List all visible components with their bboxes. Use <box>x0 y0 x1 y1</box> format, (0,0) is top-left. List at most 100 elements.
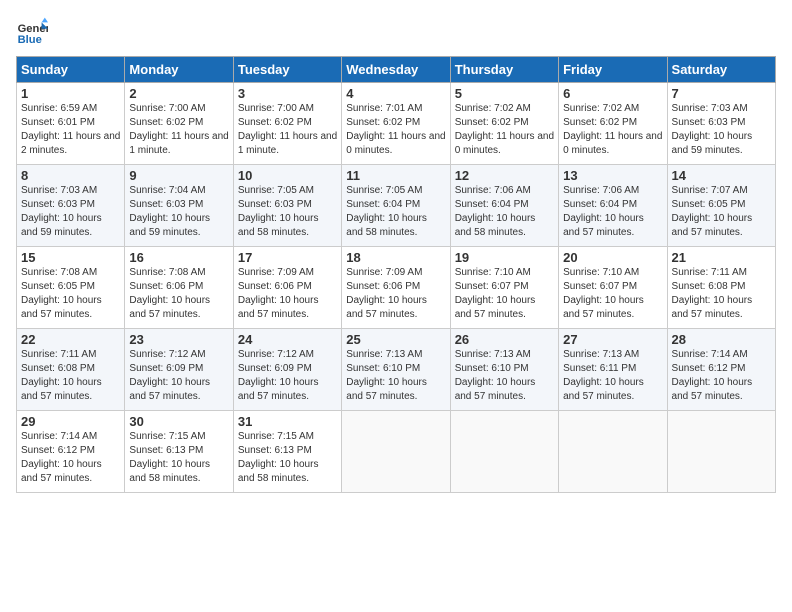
calendar-cell: 26 Sunrise: 7:13 AM Sunset: 6:10 PM Dayl… <box>450 329 558 411</box>
calendar-cell: 31 Sunrise: 7:15 AM Sunset: 6:13 PM Dayl… <box>233 411 341 493</box>
day-info: Sunrise: 7:12 AM Sunset: 6:09 PM Dayligh… <box>129 348 228 404</box>
day-info: Sunrise: 7:00 AM Sunset: 6:02 PM Dayligh… <box>238 102 337 158</box>
day-info: Sunrise: 7:08 AM Sunset: 6:05 PM Dayligh… <box>21 266 120 322</box>
day-number: 13 <box>563 168 662 183</box>
calendar-cell: 29 Sunrise: 7:14 AM Sunset: 6:12 PM Dayl… <box>17 411 125 493</box>
weekday-header-monday: Monday <box>125 57 233 83</box>
day-info: Sunrise: 7:11 AM Sunset: 6:08 PM Dayligh… <box>672 266 771 322</box>
day-info: Sunrise: 7:04 AM Sunset: 6:03 PM Dayligh… <box>129 184 228 240</box>
day-number: 14 <box>672 168 771 183</box>
day-number: 4 <box>346 86 445 101</box>
day-number: 24 <box>238 332 337 347</box>
day-info: Sunrise: 7:06 AM Sunset: 6:04 PM Dayligh… <box>563 184 662 240</box>
calendar-cell: 27 Sunrise: 7:13 AM Sunset: 6:11 PM Dayl… <box>559 329 667 411</box>
day-info: Sunrise: 7:02 AM Sunset: 6:02 PM Dayligh… <box>455 102 554 158</box>
day-number: 10 <box>238 168 337 183</box>
day-number: 9 <box>129 168 228 183</box>
day-number: 28 <box>672 332 771 347</box>
logo-icon: General Blue <box>16 16 48 48</box>
calendar-cell: 2 Sunrise: 7:00 AM Sunset: 6:02 PM Dayli… <box>125 83 233 165</box>
weekday-header-sunday: Sunday <box>17 57 125 83</box>
day-number: 16 <box>129 250 228 265</box>
svg-text:Blue: Blue <box>18 34 42 46</box>
day-number: 3 <box>238 86 337 101</box>
calendar-week-5: 29 Sunrise: 7:14 AM Sunset: 6:12 PM Dayl… <box>17 411 776 493</box>
day-number: 17 <box>238 250 337 265</box>
calendar-cell: 20 Sunrise: 7:10 AM Sunset: 6:07 PM Dayl… <box>559 247 667 329</box>
day-info: Sunrise: 7:03 AM Sunset: 6:03 PM Dayligh… <box>672 102 771 158</box>
day-info: Sunrise: 7:02 AM Sunset: 6:02 PM Dayligh… <box>563 102 662 158</box>
page-header: General Blue <box>16 16 776 48</box>
calendar-cell: 17 Sunrise: 7:09 AM Sunset: 6:06 PM Dayl… <box>233 247 341 329</box>
day-info: Sunrise: 7:13 AM Sunset: 6:11 PM Dayligh… <box>563 348 662 404</box>
day-info: Sunrise: 7:06 AM Sunset: 6:04 PM Dayligh… <box>455 184 554 240</box>
calendar-cell <box>342 411 450 493</box>
calendar-cell: 5 Sunrise: 7:02 AM Sunset: 6:02 PM Dayli… <box>450 83 558 165</box>
day-number: 31 <box>238 414 337 429</box>
calendar-cell: 16 Sunrise: 7:08 AM Sunset: 6:06 PM Dayl… <box>125 247 233 329</box>
calendar-cell: 14 Sunrise: 7:07 AM Sunset: 6:05 PM Dayl… <box>667 165 775 247</box>
day-info: Sunrise: 7:00 AM Sunset: 6:02 PM Dayligh… <box>129 102 228 158</box>
calendar-cell <box>667 411 775 493</box>
calendar-cell: 7 Sunrise: 7:03 AM Sunset: 6:03 PM Dayli… <box>667 83 775 165</box>
day-number: 30 <box>129 414 228 429</box>
calendar-cell <box>450 411 558 493</box>
calendar-week-3: 15 Sunrise: 7:08 AM Sunset: 6:05 PM Dayl… <box>17 247 776 329</box>
day-number: 25 <box>346 332 445 347</box>
weekday-header-wednesday: Wednesday <box>342 57 450 83</box>
day-info: Sunrise: 7:07 AM Sunset: 6:05 PM Dayligh… <box>672 184 771 240</box>
day-number: 18 <box>346 250 445 265</box>
day-number: 7 <box>672 86 771 101</box>
calendar-cell: 11 Sunrise: 7:05 AM Sunset: 6:04 PM Dayl… <box>342 165 450 247</box>
calendar-cell: 13 Sunrise: 7:06 AM Sunset: 6:04 PM Dayl… <box>559 165 667 247</box>
calendar-cell: 18 Sunrise: 7:09 AM Sunset: 6:06 PM Dayl… <box>342 247 450 329</box>
calendar-cell: 12 Sunrise: 7:06 AM Sunset: 6:04 PM Dayl… <box>450 165 558 247</box>
day-number: 19 <box>455 250 554 265</box>
calendar-cell <box>559 411 667 493</box>
calendar-cell: 8 Sunrise: 7:03 AM Sunset: 6:03 PM Dayli… <box>17 165 125 247</box>
day-info: Sunrise: 7:08 AM Sunset: 6:06 PM Dayligh… <box>129 266 228 322</box>
day-info: Sunrise: 7:15 AM Sunset: 6:13 PM Dayligh… <box>129 430 228 486</box>
calendar-cell: 21 Sunrise: 7:11 AM Sunset: 6:08 PM Dayl… <box>667 247 775 329</box>
calendar-cell: 23 Sunrise: 7:12 AM Sunset: 6:09 PM Dayl… <box>125 329 233 411</box>
weekday-header-friday: Friday <box>559 57 667 83</box>
calendar-table: SundayMondayTuesdayWednesdayThursdayFrid… <box>16 56 776 493</box>
calendar-cell: 30 Sunrise: 7:15 AM Sunset: 6:13 PM Dayl… <box>125 411 233 493</box>
day-number: 5 <box>455 86 554 101</box>
day-info: Sunrise: 7:10 AM Sunset: 6:07 PM Dayligh… <box>563 266 662 322</box>
calendar-cell: 24 Sunrise: 7:12 AM Sunset: 6:09 PM Dayl… <box>233 329 341 411</box>
calendar-cell: 25 Sunrise: 7:13 AM Sunset: 6:10 PM Dayl… <box>342 329 450 411</box>
day-number: 11 <box>346 168 445 183</box>
day-info: Sunrise: 7:09 AM Sunset: 6:06 PM Dayligh… <box>346 266 445 322</box>
day-info: Sunrise: 7:05 AM Sunset: 6:04 PM Dayligh… <box>346 184 445 240</box>
calendar-week-2: 8 Sunrise: 7:03 AM Sunset: 6:03 PM Dayli… <box>17 165 776 247</box>
day-info: Sunrise: 7:13 AM Sunset: 6:10 PM Dayligh… <box>346 348 445 404</box>
calendar-cell: 10 Sunrise: 7:05 AM Sunset: 6:03 PM Dayl… <box>233 165 341 247</box>
weekday-header-thursday: Thursday <box>450 57 558 83</box>
day-number: 20 <box>563 250 662 265</box>
day-info: Sunrise: 7:14 AM Sunset: 6:12 PM Dayligh… <box>21 430 120 486</box>
day-info: Sunrise: 7:09 AM Sunset: 6:06 PM Dayligh… <box>238 266 337 322</box>
day-number: 22 <box>21 332 120 347</box>
day-number: 15 <box>21 250 120 265</box>
day-info: Sunrise: 7:15 AM Sunset: 6:13 PM Dayligh… <box>238 430 337 486</box>
day-info: Sunrise: 7:14 AM Sunset: 6:12 PM Dayligh… <box>672 348 771 404</box>
day-info: Sunrise: 7:03 AM Sunset: 6:03 PM Dayligh… <box>21 184 120 240</box>
calendar-cell: 1 Sunrise: 6:59 AM Sunset: 6:01 PM Dayli… <box>17 83 125 165</box>
calendar-cell: 9 Sunrise: 7:04 AM Sunset: 6:03 PM Dayli… <box>125 165 233 247</box>
day-info: Sunrise: 7:13 AM Sunset: 6:10 PM Dayligh… <box>455 348 554 404</box>
weekday-header-row: SundayMondayTuesdayWednesdayThursdayFrid… <box>17 57 776 83</box>
day-info: Sunrise: 7:10 AM Sunset: 6:07 PM Dayligh… <box>455 266 554 322</box>
calendar-cell: 22 Sunrise: 7:11 AM Sunset: 6:08 PM Dayl… <box>17 329 125 411</box>
calendar-week-4: 22 Sunrise: 7:11 AM Sunset: 6:08 PM Dayl… <box>17 329 776 411</box>
day-number: 8 <box>21 168 120 183</box>
day-info: Sunrise: 7:01 AM Sunset: 6:02 PM Dayligh… <box>346 102 445 158</box>
calendar-cell: 6 Sunrise: 7:02 AM Sunset: 6:02 PM Dayli… <box>559 83 667 165</box>
logo: General Blue <box>16 16 52 48</box>
day-number: 27 <box>563 332 662 347</box>
calendar-week-1: 1 Sunrise: 6:59 AM Sunset: 6:01 PM Dayli… <box>17 83 776 165</box>
day-number: 2 <box>129 86 228 101</box>
calendar-cell: 28 Sunrise: 7:14 AM Sunset: 6:12 PM Dayl… <box>667 329 775 411</box>
day-number: 26 <box>455 332 554 347</box>
day-info: Sunrise: 7:05 AM Sunset: 6:03 PM Dayligh… <box>238 184 337 240</box>
